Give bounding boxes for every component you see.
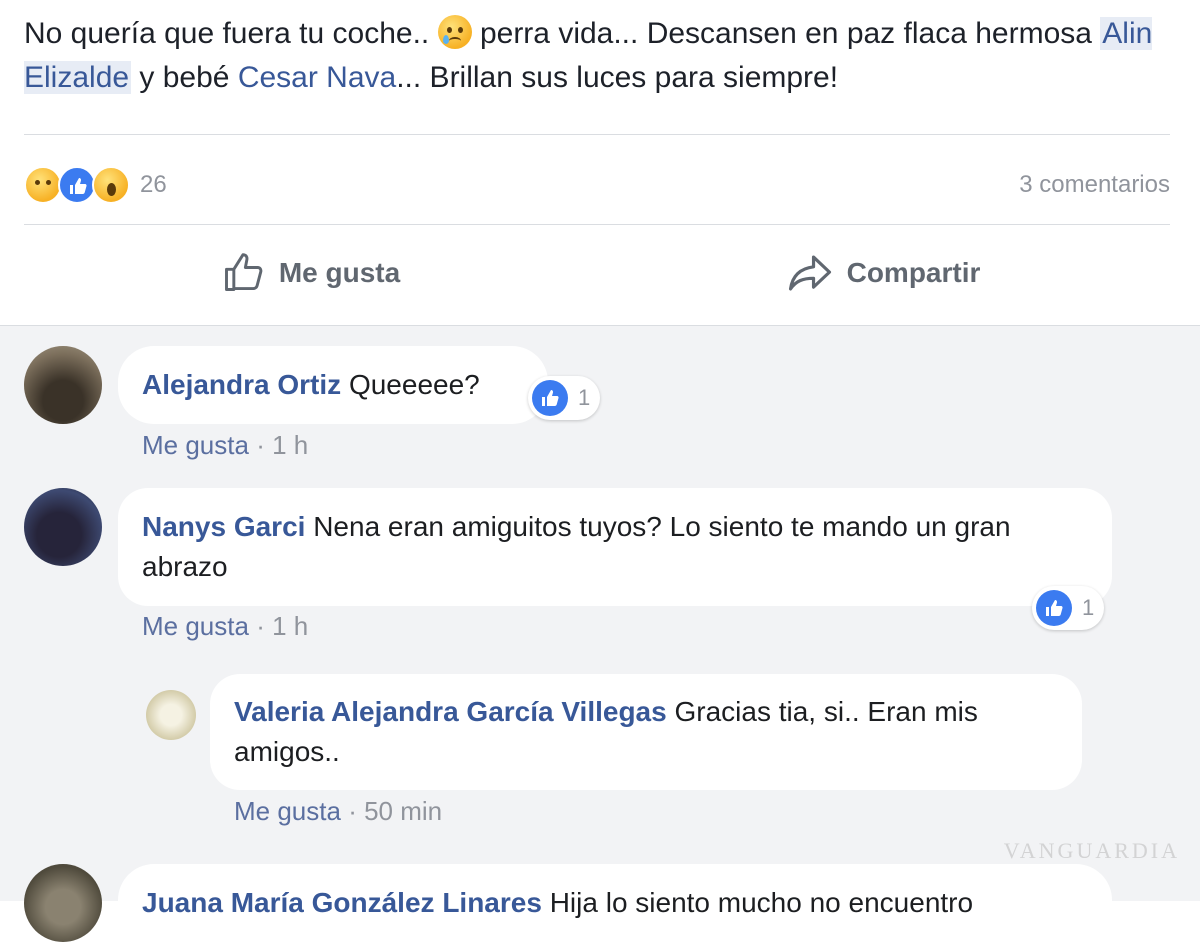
reactions-summary[interactable]: 26 3 comentarios xyxy=(24,160,1170,210)
separator: · xyxy=(256,611,265,641)
comment-author[interactable]: Juana María González Linares xyxy=(142,887,542,918)
comments-count-link[interactable]: 3 comentarios xyxy=(1019,171,1170,199)
post-text-part: y bebé xyxy=(131,61,238,94)
avatar[interactable] xyxy=(24,346,102,424)
comment-meta: Me gusta · 1 h xyxy=(142,430,308,461)
comment-bubble: Alejandra Ortiz Queeeee? xyxy=(118,346,548,424)
divider xyxy=(24,224,1170,225)
sad-reaction-icon xyxy=(24,166,62,204)
comment-like-link[interactable]: Me gusta xyxy=(234,796,341,826)
like-button[interactable]: Me gusta xyxy=(24,228,597,318)
comment-text: Queeeee? xyxy=(348,369,480,400)
watermark: VANGUARDIA xyxy=(1003,838,1180,863)
post-text-part: No quería que fuera tu coche.. xyxy=(24,17,438,50)
post-text-part: perra vida... Descansen en paz flaca her… xyxy=(471,17,1101,50)
comment-text: Hija lo siento mucho no encuentro xyxy=(549,887,974,918)
crying-face-icon xyxy=(437,15,472,49)
avatar[interactable] xyxy=(24,864,102,942)
like-count: 1 xyxy=(578,385,591,410)
like-icon xyxy=(532,380,568,416)
comment-meta: Me gusta · 50 min xyxy=(234,796,442,827)
comment-time[interactable]: 1 h xyxy=(272,430,308,460)
like-icon xyxy=(1036,590,1072,626)
comments-section: Alejandra Ortiz Queeeee? 1 Me gusta · 1 … xyxy=(0,325,1200,942)
post-text-part: ... Brillan sus luces para siempre! xyxy=(396,61,839,94)
like-reaction-icon xyxy=(58,166,96,204)
avatar[interactable] xyxy=(24,488,102,566)
comment-author[interactable]: Valeria Alejandra García Villegas xyxy=(234,696,667,727)
post-action-bar: Me gusta Compartir xyxy=(24,228,1170,318)
comment-time[interactable]: 1 h xyxy=(272,611,308,641)
share-button-label: Compartir xyxy=(846,257,981,288)
comment-like-link[interactable]: Me gusta xyxy=(142,430,249,460)
comment-bubble: Juana María González Linares Hija lo sie… xyxy=(118,864,1112,942)
reaction-count[interactable]: 26 xyxy=(140,171,167,199)
separator: · xyxy=(348,796,357,826)
comment-like-badge[interactable]: 1 xyxy=(528,376,601,420)
share-arrow-icon xyxy=(788,255,831,291)
share-button[interactable]: Compartir xyxy=(597,228,1170,318)
comment-author[interactable]: Alejandra Ortiz xyxy=(142,369,341,400)
thumbs-up-icon xyxy=(224,253,263,291)
comment-like-link[interactable]: Me gusta xyxy=(142,611,249,641)
mention-link[interactable]: Cesar Nava xyxy=(238,61,396,94)
like-count: 1 xyxy=(1082,595,1095,620)
comment-like-badge[interactable]: 1 xyxy=(1032,586,1105,630)
comment-time[interactable]: 50 min xyxy=(364,796,442,826)
avatar[interactable] xyxy=(146,690,196,740)
divider xyxy=(24,134,1170,135)
wow-reaction-icon xyxy=(92,166,130,204)
separator: · xyxy=(256,430,265,460)
comment-meta: Me gusta · 1 h xyxy=(142,611,308,642)
post-text: No quería que fuera tu coche.. perra vid… xyxy=(24,12,1184,100)
comment-author[interactable]: Nanys Garci xyxy=(142,511,305,542)
like-button-label: Me gusta xyxy=(278,257,401,288)
comment-bubble: Nanys Garci Nena eran amiguitos tuyos? L… xyxy=(118,488,1112,606)
comment-bubble: Valeria Alejandra García Villegas Gracia… xyxy=(210,674,1082,790)
